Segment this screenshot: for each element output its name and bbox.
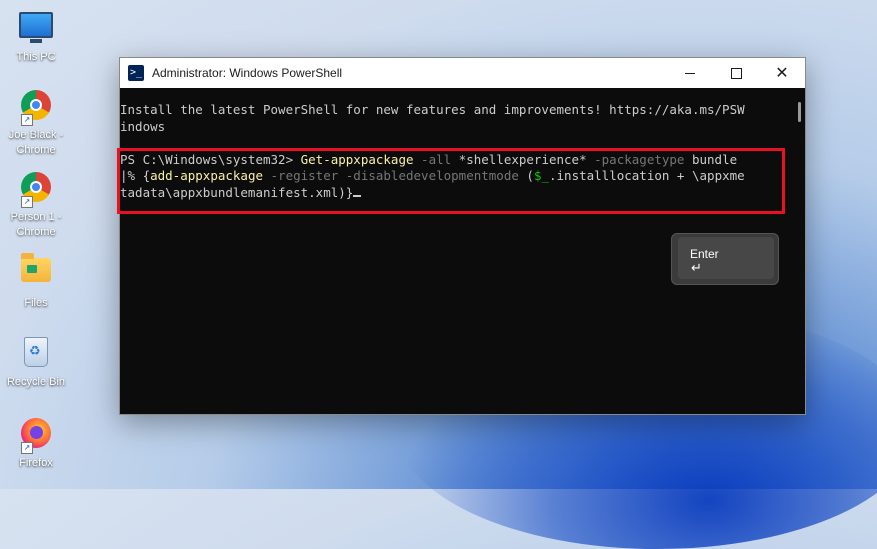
shortcut-arrow-icon: ↗ [21,114,33,126]
desktop-icon-label: Firefox [19,457,53,469]
maximize-icon [730,67,742,79]
powershell-icon: >_ [128,65,144,81]
desktop-icon-firefox[interactable]: ↗ Firefox [4,416,68,471]
firefox-icon: ↗ [19,418,53,454]
enter-key-cap: Enter ↵ [678,237,774,279]
monitor-icon [19,12,53,46]
scrollbar-thumb[interactable] [798,102,801,122]
desktop-icon-this-pc[interactable]: This PC [4,8,68,65]
enter-arrow-icon: ↵ [691,261,702,276]
desktop-icon-files[interactable]: Files [4,252,68,311]
desktop-icon-label: Joe Black - Chrome [8,129,64,156]
window-controls: ✕ [667,58,805,88]
folder-icon [19,253,53,292]
recycle-bin-icon [19,337,53,371]
chrome-icon: ↗ [19,172,53,208]
desktop-icon-label: Person 1 - Chrome [10,211,62,238]
chrome-icon: ↗ [19,90,53,126]
desktop-icon-label: Recycle Bin [6,376,66,388]
close-button[interactable]: ✕ [759,58,805,88]
title-bar[interactable]: >_ Administrator: Windows PowerShell ✕ [120,58,805,88]
window-title: Administrator: Windows PowerShell [152,66,343,80]
desktop-icon-joe-black-chrome[interactable]: ↗ Joe Black - Chrome [4,88,68,158]
banner-line: Install the latest PowerShell for new fe… [120,102,745,117]
maximize-button[interactable] [713,58,759,88]
desktop-icon-recycle-bin[interactable]: Recycle Bin [4,334,68,390]
command-highlight-box [117,148,785,214]
minimize-icon [685,72,695,74]
close-icon: ✕ [775,65,789,82]
banner-line: indows [120,118,166,134]
desktop-icon-label: Files [24,297,48,309]
minimize-button[interactable] [667,58,713,88]
desktop-icon-label: This PC [16,51,56,63]
enter-key-label: Enter [690,247,719,261]
enter-key-graphic: Enter ↵ [671,233,779,285]
shortcut-arrow-icon: ↗ [21,196,33,208]
desktop-icon-person-1-chrome[interactable]: ↗ Person 1 - Chrome [4,170,68,240]
shortcut-arrow-icon: ↗ [21,442,33,454]
